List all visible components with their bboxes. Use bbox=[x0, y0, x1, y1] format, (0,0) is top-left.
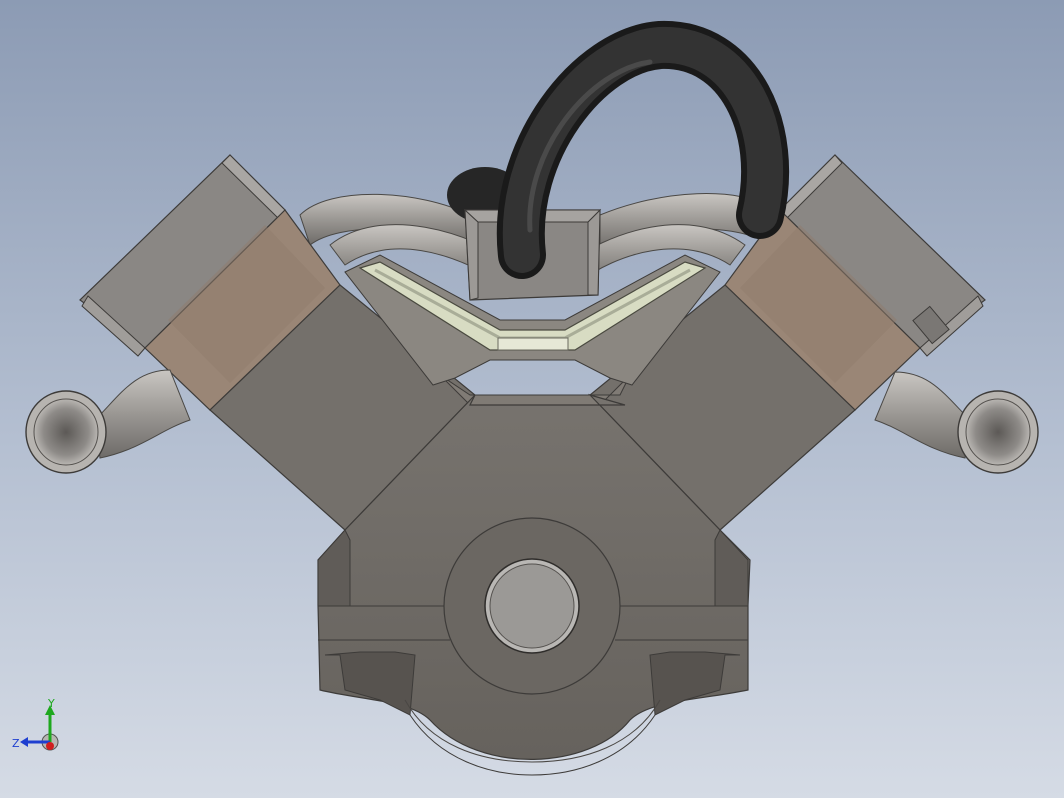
z-axis-head bbox=[20, 737, 28, 747]
right-exhaust-port[interactable] bbox=[874, 371, 1039, 474]
coordinate-triad: Y Z bbox=[12, 697, 59, 751]
z-axis-label: Z bbox=[12, 737, 20, 750]
y-axis-label: Y bbox=[47, 697, 55, 710]
x-axis-dot bbox=[46, 742, 54, 750]
graphics-viewport[interactable]: Y Z bbox=[0, 0, 1064, 798]
left-exhaust-port[interactable] bbox=[25, 369, 191, 474]
engine-model-view[interactable] bbox=[0, 0, 1064, 798]
crankshaft-bore[interactable] bbox=[443, 517, 621, 695]
